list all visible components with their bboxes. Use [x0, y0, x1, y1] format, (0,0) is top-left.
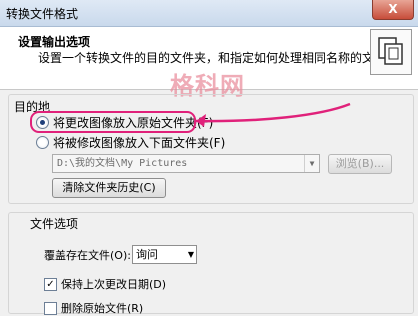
checkmark-icon: ✓ — [44, 277, 57, 291]
chevron-down-icon: ▼ — [187, 250, 194, 259]
delete-original-checkbox[interactable]: 删除原始文件(R) — [44, 300, 143, 316]
radio-below-label: 将被修改图像放入下面文件夹(F) — [53, 136, 226, 150]
keep-date-checkbox[interactable]: ✓ 保持上次更改日期(D) — [44, 276, 166, 292]
radio-below-folder[interactable]: 将被修改图像放入下面文件夹(F) — [36, 134, 225, 151]
overwrite-value: 询问 — [136, 248, 158, 261]
keep-date-label: 保持上次更改日期(D) — [61, 278, 167, 291]
checkbox-empty-icon — [44, 301, 57, 315]
delete-original-label: 删除原始文件(R) — [61, 302, 144, 315]
file-options-label: 文件选项 — [28, 215, 81, 232]
folder-path-field[interactable]: D:\我的文档\My Pictures ▼ — [52, 154, 320, 173]
clear-history-button[interactable]: 清除文件夹历史(C) — [52, 178, 166, 198]
browse-button[interactable]: 浏览(B)... — [328, 154, 392, 174]
overwrite-select[interactable]: 询问 ▼ — [132, 245, 197, 264]
overwrite-label: 覆盖存在文件(O): — [44, 249, 131, 262]
radio-unselected-icon — [36, 136, 49, 149]
chevron-down-icon[interactable]: ▼ — [304, 155, 319, 172]
folder-path-value: D:\我的文档\My Pictures — [57, 158, 188, 169]
